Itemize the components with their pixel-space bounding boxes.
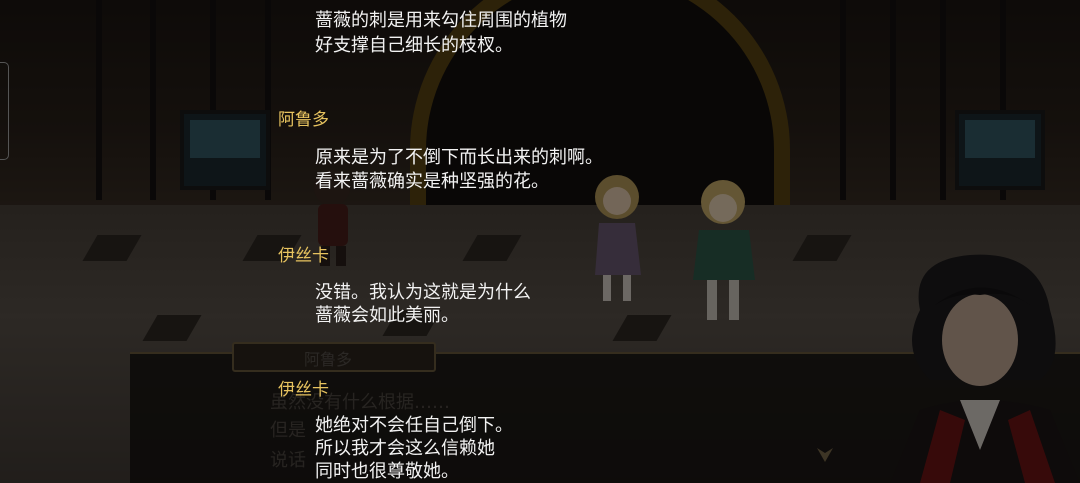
backlog-speaker-name: 伊丝卡 bbox=[278, 380, 329, 400]
backlog-speaker-name: 伊丝卡 bbox=[278, 246, 329, 266]
backlog-line: 原来是为了不倒下而长出来的刺啊。 bbox=[315, 147, 603, 168]
backlog-line: 没错。我认为这就是为什么 bbox=[315, 282, 531, 303]
backlog-line: 蔷薇的刺是用来勾住周围的植物 bbox=[315, 10, 567, 31]
backlog-line: 同时也很尊敬她。 bbox=[315, 461, 459, 482]
backlog-line: 所以我才会这么信赖她 bbox=[315, 438, 495, 459]
backlog-line: 她绝对不会任自己倒下。 bbox=[315, 415, 513, 436]
side-scroll-handle[interactable] bbox=[0, 62, 9, 160]
backlog-speaker-name: 阿鲁多 bbox=[278, 110, 329, 130]
backlog-line: 蔷薇会如此美丽。 bbox=[315, 305, 459, 326]
dialog-backlog-overlay[interactable]: 蔷薇的刺是用来勾住周围的植物 好支撑自己细长的枝杈。 阿鲁多 原来是为了不倒下而… bbox=[0, 0, 1080, 483]
backlog-line: 看来蔷薇确实是种坚强的花。 bbox=[315, 171, 549, 192]
backlog-line: 好支撑自己细长的枝杈。 bbox=[315, 35, 513, 56]
